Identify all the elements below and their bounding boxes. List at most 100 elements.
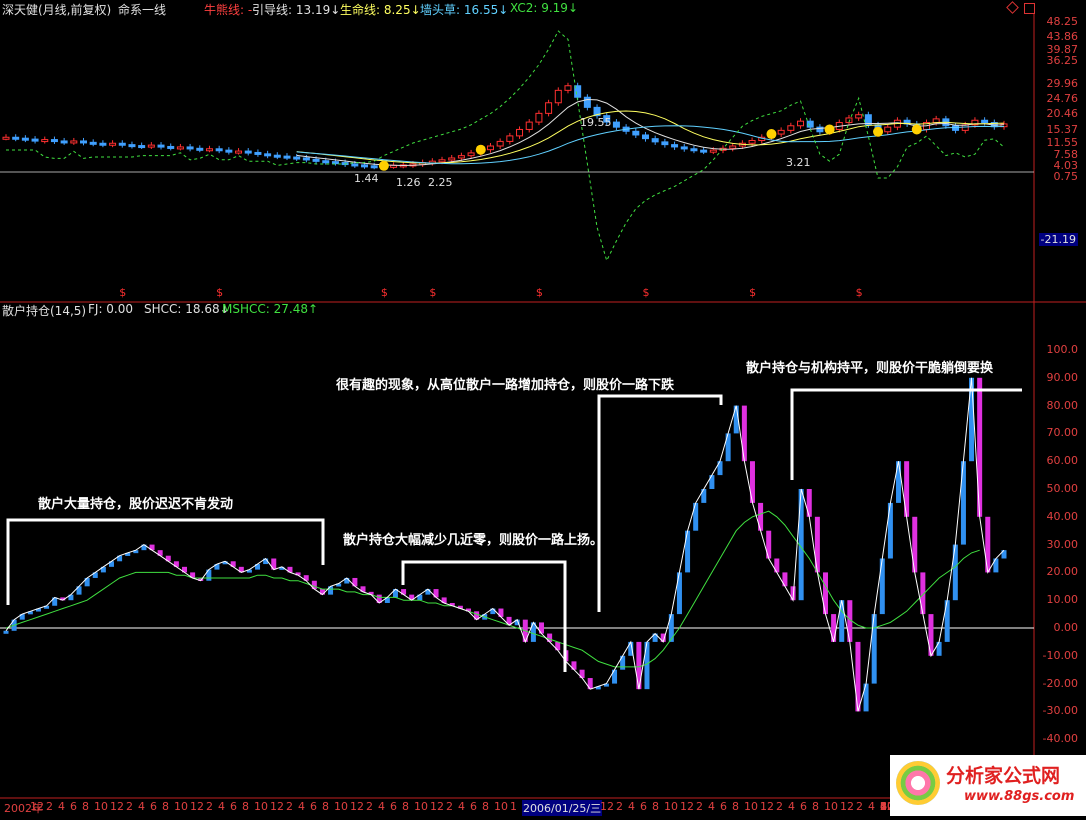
candle-body [486, 145, 494, 151]
x-axis-label: 8 [162, 800, 169, 813]
upper-xc2-line [6, 30, 1005, 262]
annotation-bracket [597, 394, 723, 612]
x-axis-label: 12 [350, 800, 364, 813]
shcc-bar [896, 461, 902, 503]
x-axis-label: 2 [206, 800, 213, 813]
dollar-signal-mark: $ [856, 286, 863, 299]
candle-body [70, 140, 78, 144]
candle-body [118, 142, 126, 146]
x-axis-label: 6 [390, 800, 397, 813]
x-axis-label: 4 [880, 800, 887, 813]
candle-body [89, 141, 97, 145]
x-axis-label: 4 [138, 800, 145, 813]
candle-body [31, 138, 39, 142]
candle-body [215, 148, 223, 152]
candle-body [235, 150, 243, 154]
candle-body [351, 163, 359, 167]
x-axis-label: 10 [94, 800, 108, 813]
indicator-bull-bear: 牛熊线: - [204, 3, 253, 17]
x-axis-label: 12 [840, 800, 854, 813]
x-axis-label: 4 [298, 800, 305, 813]
candle-body [205, 148, 213, 152]
dollar-signal-mark: $ [642, 286, 649, 299]
maximize-icon[interactable] [1024, 3, 1035, 14]
chart-canvas: $ $ $ $ $ $ $ $ [0, 14, 1086, 799]
signal-dot [475, 144, 486, 155]
lower-y-label: -20.00 [1042, 676, 1078, 690]
x-axis-label: 4 [708, 800, 715, 813]
candle-body [535, 112, 543, 123]
candle-body [564, 85, 572, 91]
x-axis-label: 2006/01/25/三 [522, 800, 603, 816]
candle-body [157, 144, 165, 148]
signal-dot [911, 124, 922, 135]
candle-body [690, 148, 698, 152]
candle-body [467, 152, 475, 157]
candle-body [370, 165, 378, 169]
lower-y-label: -30.00 [1042, 704, 1078, 718]
shcc-bar [879, 558, 885, 615]
lower-shcc-value: SHCC: 18.68↓ [144, 302, 230, 316]
candle-body [60, 140, 68, 144]
upper-y-label: 20.46 [1046, 107, 1079, 120]
candles-group [2, 82, 1008, 170]
annotation-1: 散户大量持仓，股价迟迟不肯发动 [38, 497, 234, 512]
candle-body [884, 126, 892, 133]
lower-y-label: 0.00 [1053, 621, 1079, 634]
x-axis-label: 12 [110, 800, 124, 813]
candle-body [583, 96, 591, 108]
lower-y-label: -10.00 [1042, 648, 1078, 662]
logo-title: 分析家公式网 [946, 765, 1061, 787]
upper-guide-line [296, 98, 1005, 167]
lower-y-label: 70.00 [1046, 426, 1079, 440]
candle-body [361, 164, 369, 168]
dollar-signal-mark: $ [536, 286, 543, 299]
signal-dot [824, 124, 835, 135]
x-axis-label: 6 [310, 800, 317, 813]
system-name: 命系一线 [118, 3, 167, 17]
candle-body [293, 156, 301, 160]
x-axis-label: 4 [868, 800, 875, 813]
shcc-bar [693, 502, 699, 531]
candle-body [186, 146, 194, 150]
x-axis-label: 12 [190, 800, 204, 813]
candle-body [554, 89, 562, 104]
x-axis-label: 4 [218, 800, 225, 813]
upper-y-label: 36.25 [1046, 54, 1079, 67]
x-axis-label: 2 [126, 800, 133, 813]
x-axis-label: 2 [366, 800, 373, 813]
flower-icon [896, 761, 940, 805]
candle-body [709, 149, 717, 153]
candle-body [632, 130, 640, 136]
price-label: 1.26 [396, 176, 421, 189]
dollar-signal-mark: $ [216, 286, 223, 299]
upper-y-label: 29.96 [1046, 77, 1079, 90]
dollar-signal-mark: $ [749, 286, 756, 299]
lower-y-label: 100.0 [1046, 343, 1079, 356]
lower-y-label: -40.00 [1042, 732, 1078, 746]
candle-body [109, 142, 117, 146]
indicator-xc2: XC2: 9.19↓ [510, 1, 578, 15]
x-axis-label: 4 [458, 800, 465, 813]
lower-y-label: 90.00 [1046, 370, 1079, 384]
candle-body [680, 146, 688, 150]
candle-body [516, 128, 524, 137]
candle-body [748, 139, 756, 144]
x-axis-label: 10 [254, 800, 268, 813]
annotation-3: 很有趣的现象，从高位散户一路增加持仓，则股价一路下跌 [336, 378, 675, 393]
upper-y-label: 0.75 [1053, 170, 1079, 183]
candle-body [273, 154, 281, 158]
upper-lines-group [6, 30, 1005, 262]
candle-body [932, 118, 940, 124]
candle-body [254, 151, 262, 155]
x-axis-label: 10 [664, 800, 678, 813]
signal-dot [873, 126, 884, 137]
shcc-bar [806, 489, 812, 517]
candle-body [438, 159, 446, 163]
shcc-bar [928, 614, 934, 656]
candle-body [729, 145, 737, 149]
candle-body [244, 150, 252, 154]
x-axis-label: 12 [30, 800, 44, 813]
x-axis-label: 2 [446, 800, 453, 813]
shcc-bar [839, 600, 845, 642]
